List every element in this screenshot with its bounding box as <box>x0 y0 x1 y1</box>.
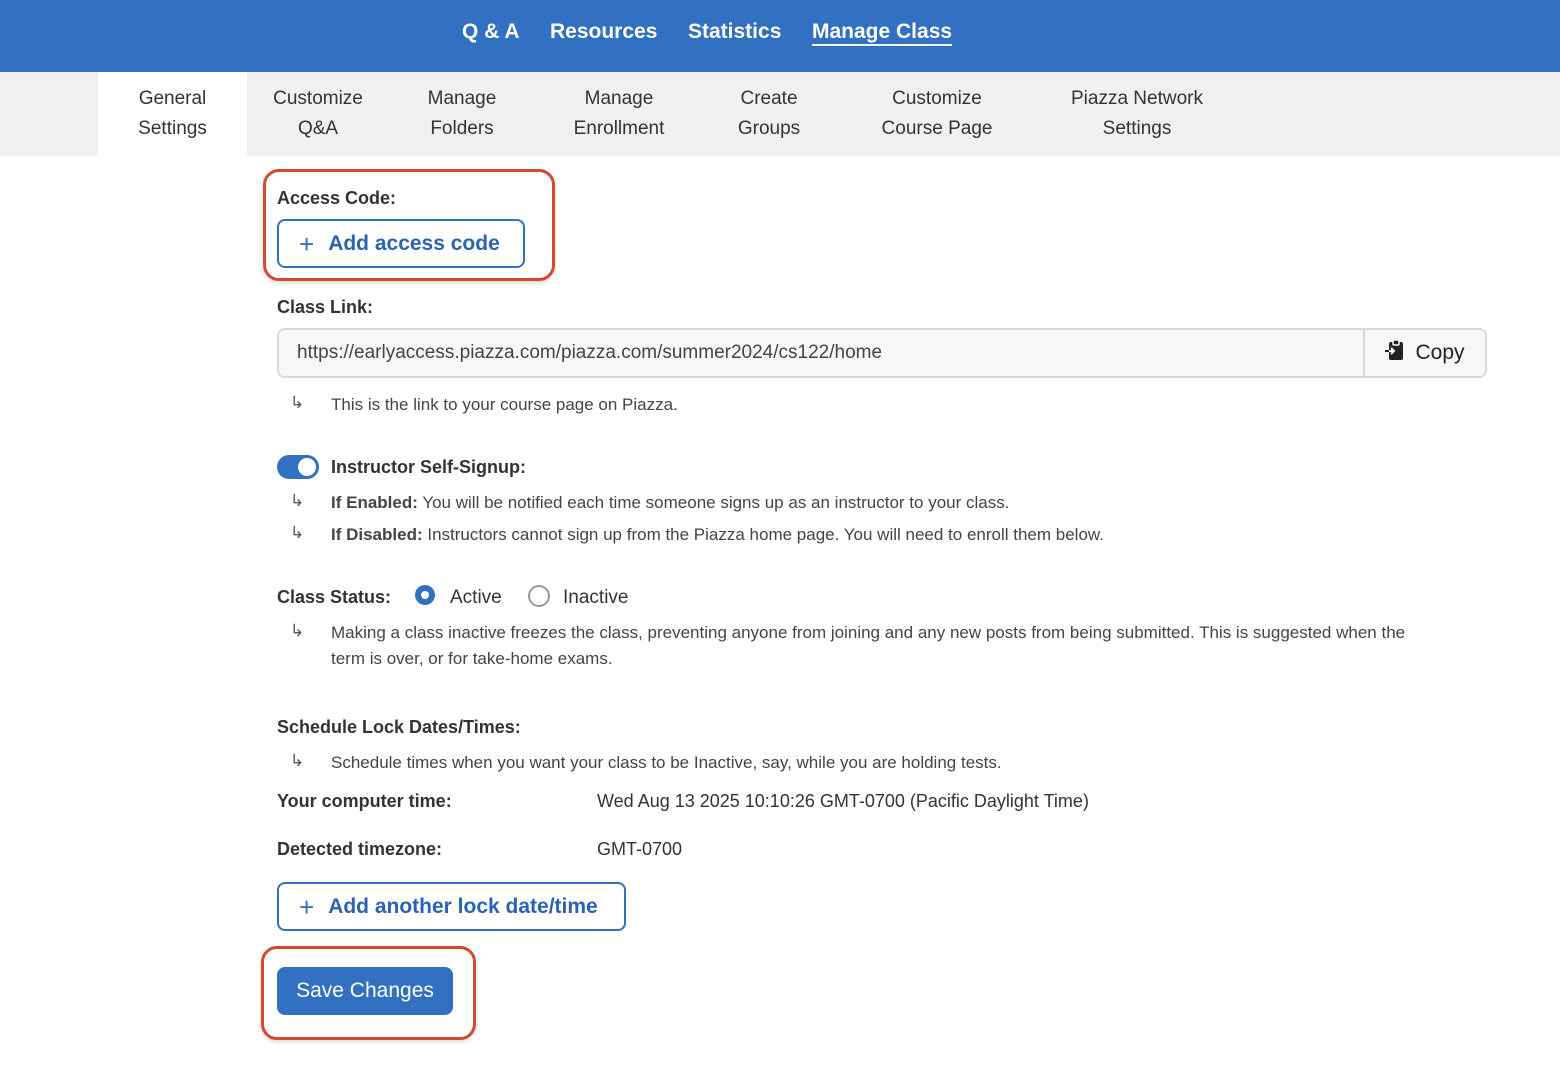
tab-customize-course-page[interactable]: Customize Course Page <box>864 72 1010 156</box>
disabled-prefix: If Disabled: <box>331 525 423 544</box>
add-lock-date-button[interactable]: + Add another lock date/time <box>277 882 626 931</box>
class-link-input[interactable] <box>279 330 1363 376</box>
settings-tabs: General Settings Customize Q&A Manage Folde… <box>0 72 1560 156</box>
tab-label-line2: Enrollment <box>573 118 665 139</box>
save-changes-button[interactable]: Save Changes <box>277 967 453 1015</box>
detected-timezone-label: Detected timezone: <box>277 839 443 859</box>
class-link-hint: This is the link to your course page on … <box>331 395 678 414</box>
hint-arrow-icon: ↳ <box>290 491 305 510</box>
tab-general-settings[interactable]: General Settings <box>98 72 247 156</box>
access-code-label: Access Code: <box>277 188 397 208</box>
class-status-hint-line1: Making a class inactive freezes the clas… <box>331 623 1406 642</box>
tab-label-line2: Q&A <box>297 118 339 139</box>
disabled-text: Instructors cannot sign up from the Piaz… <box>422 525 1104 544</box>
hint-arrow-icon: ↳ <box>290 393 305 412</box>
enabled-prefix: If Enabled: <box>331 493 418 512</box>
self-signup-toggle[interactable] <box>277 455 319 479</box>
tab-label-line2: Settings <box>1102 118 1172 139</box>
tab-piazza-network-settings[interactable]: Piazza Network Settings <box>1054 72 1220 156</box>
tab-create-groups[interactable]: Create Groups <box>718 72 820 156</box>
class-status-label: Class Status: <box>277 587 392 607</box>
tab-label-line1: Customize <box>273 88 363 109</box>
clipboard-icon <box>1385 339 1405 367</box>
radio-inactive[interactable] <box>528 585 550 607</box>
add-access-code-label: Add access code <box>328 231 500 255</box>
detected-timezone-value: GMT-0700 <box>597 839 683 859</box>
hint-arrow-icon: ↳ <box>290 751 305 770</box>
tab-label-line1: Manage <box>427 88 497 109</box>
class-status-hint-line2: term is over, or for take-home exams. <box>331 649 613 668</box>
tab-label-line2: Groups <box>737 118 801 139</box>
hint-arrow-icon: ↳ <box>290 523 305 542</box>
plus-icon: + <box>299 228 315 259</box>
tab-label-line1: Manage <box>584 88 654 109</box>
schedule-lock-label: Schedule Lock Dates/Times: <box>277 717 521 737</box>
copy-label: Copy <box>1415 341 1465 364</box>
tab-customize-qa[interactable]: Customize Q&A <box>252 72 384 156</box>
tab-label-line1: Customize <box>892 88 982 109</box>
tab-manage-folders[interactable]: Manage Folders <box>402 72 522 156</box>
nav-statistics[interactable]: Statistics <box>688 20 781 44</box>
add-access-code-button[interactable]: + Add access code <box>277 219 525 268</box>
self-signup-disabled-hint: If Disabled: Instructors cannot sign up … <box>331 525 1104 545</box>
tab-label-line2: Course Page <box>881 118 993 139</box>
enabled-text: You will be notified each time someone s… <box>417 493 1010 512</box>
copy-button[interactable]: Copy <box>1363 330 1485 376</box>
tab-label-line1: Piazza Network <box>1071 88 1203 109</box>
nav-qa[interactable]: Q & A <box>462 20 520 44</box>
self-signup-enabled-hint: If Enabled: You will be notified each ti… <box>331 493 1009 513</box>
tab-manage-enrollment[interactable]: Manage Enrollment <box>553 72 685 156</box>
tab-label-line1: Create <box>740 88 798 109</box>
radio-active-label[interactable]: Active <box>450 587 502 609</box>
add-lock-date-label: Add another lock date/time <box>328 894 598 918</box>
computer-time-value: Wed Aug 13 2025 10:10:26 GMT-0700 (Pacif… <box>597 791 1089 811</box>
nav-manage-class[interactable]: Manage Class <box>812 20 952 44</box>
nav-resources[interactable]: Resources <box>550 20 657 44</box>
top-navbar: Q & A Resources Statistics Manage Class <box>0 0 1560 72</box>
class-link-group: Copy <box>277 328 1487 378</box>
schedule-lock-hint: Schedule times when you want your class … <box>331 753 1002 772</box>
toggle-knob <box>298 458 316 476</box>
radio-inactive-label[interactable]: Inactive <box>563 587 628 609</box>
tab-label-line1: General <box>138 88 207 109</box>
class-link-label: Class Link: <box>277 297 374 317</box>
plus-icon: + <box>299 891 315 922</box>
computer-time-label: Your computer time: <box>277 791 452 811</box>
tab-label-line2: Folders <box>430 118 494 139</box>
hint-arrow-icon: ↳ <box>290 621 305 640</box>
self-signup-label: Instructor Self-Signup: <box>331 457 526 477</box>
radio-active[interactable] <box>415 585 435 605</box>
tab-label-line2: Settings <box>138 118 207 139</box>
